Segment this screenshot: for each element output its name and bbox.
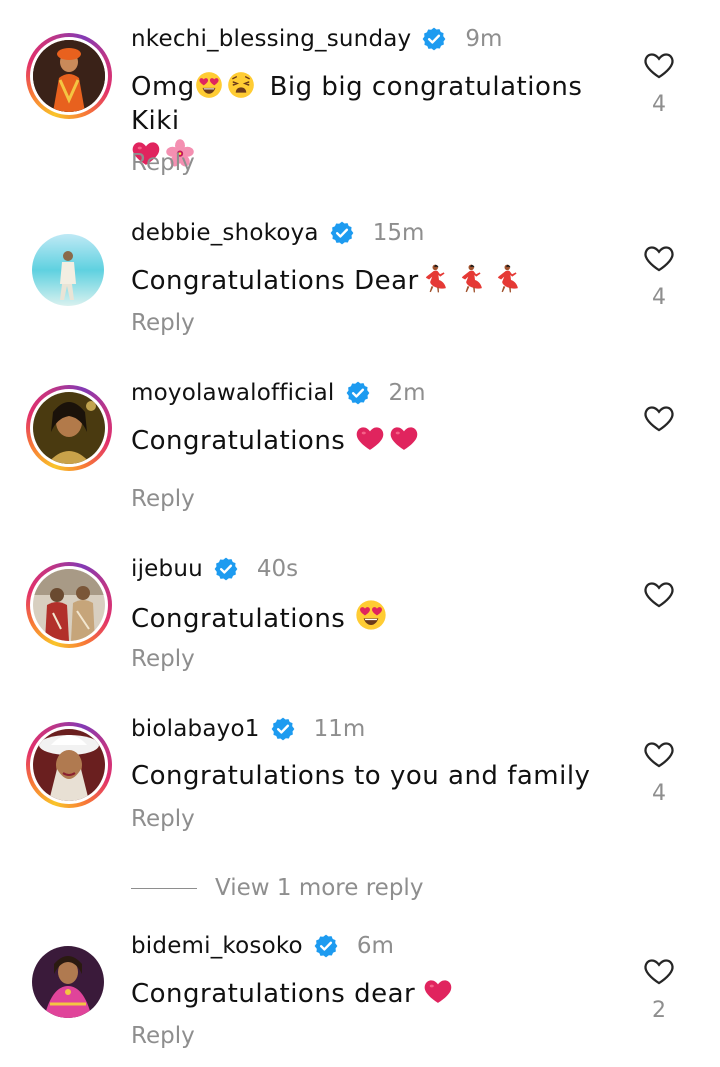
username[interactable]: biolabayo1 [131, 716, 260, 742]
like-control: 4 [640, 737, 678, 806]
comment-text: Congratulations to you and family [131, 761, 591, 791]
heart-outline-icon[interactable] [642, 577, 676, 611]
verified-badge-icon [270, 716, 296, 742]
timestamp: 15m [372, 220, 425, 246]
avatar[interactable] [33, 40, 105, 112]
verified-badge-icon [329, 220, 355, 246]
username[interactable]: nkechi_blessing_sunday [131, 26, 411, 52]
heart-outline-icon[interactable] [642, 401, 676, 435]
story-ring[interactable] [26, 562, 112, 648]
timestamp: 9m [465, 26, 503, 52]
like-control [640, 577, 678, 611]
like-control: 4 [640, 241, 678, 310]
reply-button[interactable]: Reply [131, 486, 195, 512]
reply-button[interactable]: Reply [131, 150, 195, 176]
like-control [640, 401, 678, 435]
like-control: 4 [640, 48, 678, 117]
timestamp: 6m [356, 933, 394, 959]
heart-outline-icon[interactable] [642, 241, 676, 275]
like-control: 2 [640, 954, 678, 1023]
view-more-replies-button[interactable]: View 1 more reply [131, 875, 423, 901]
avatar[interactable] [33, 729, 105, 801]
like-count[interactable]: 4 [640, 92, 678, 117]
comment-text: Congratulations dear [131, 976, 631, 1011]
verified-badge-icon [313, 933, 339, 959]
heart-outline-icon[interactable] [642, 954, 676, 988]
timestamp: 40s [256, 556, 299, 582]
comment-text: Congratulations [131, 599, 631, 636]
dancer-emoji-icon [419, 263, 449, 293]
like-count[interactable]: 4 [640, 781, 678, 806]
red-heart-emoji-icon [389, 423, 419, 453]
username[interactable]: debbie_shokoya [131, 220, 319, 246]
reply-button[interactable]: Reply [131, 806, 195, 832]
timestamp: 2m [388, 380, 426, 406]
dancer-emoji-icon [455, 263, 485, 293]
comment-text: Congratulations Dear [131, 263, 631, 298]
heart-eyes-emoji-icon [355, 599, 387, 631]
avatar[interactable] [32, 946, 104, 1018]
story-ring[interactable] [26, 33, 112, 119]
like-count[interactable]: 2 [640, 998, 678, 1023]
username[interactable]: moyolawalofficial [131, 380, 335, 406]
reply-button[interactable]: Reply [131, 1023, 195, 1049]
timestamp: 11m [313, 716, 366, 742]
heart-eyes-emoji-icon [195, 71, 223, 99]
heart-outline-icon[interactable] [642, 737, 676, 771]
comment-text: Omg Big big congratulations Kiki [131, 70, 631, 173]
story-ring[interactable] [26, 722, 112, 808]
dancer-emoji-icon [491, 263, 521, 293]
avatar[interactable] [32, 234, 104, 306]
avatar[interactable] [33, 569, 105, 641]
verified-badge-icon [421, 26, 447, 52]
view-more-replies-label: View 1 more reply [215, 875, 424, 901]
red-heart-emoji-icon [355, 423, 385, 453]
heart-outline-icon[interactable] [642, 48, 676, 82]
comment-text: Congratulations [131, 423, 631, 458]
weary-face-emoji-icon [227, 71, 255, 99]
story-ring[interactable] [26, 385, 112, 471]
username[interactable]: ijebuu [131, 556, 203, 582]
verified-badge-icon [213, 556, 239, 582]
reply-button[interactable]: Reply [131, 646, 195, 672]
username[interactable]: bidemi_kosoko [131, 933, 303, 959]
like-count[interactable]: 4 [640, 285, 678, 310]
reply-button[interactable]: Reply [131, 310, 195, 336]
avatar[interactable] [33, 392, 105, 464]
divider [131, 887, 197, 889]
red-heart-emoji-icon [423, 976, 453, 1006]
verified-badge-icon [345, 380, 371, 406]
